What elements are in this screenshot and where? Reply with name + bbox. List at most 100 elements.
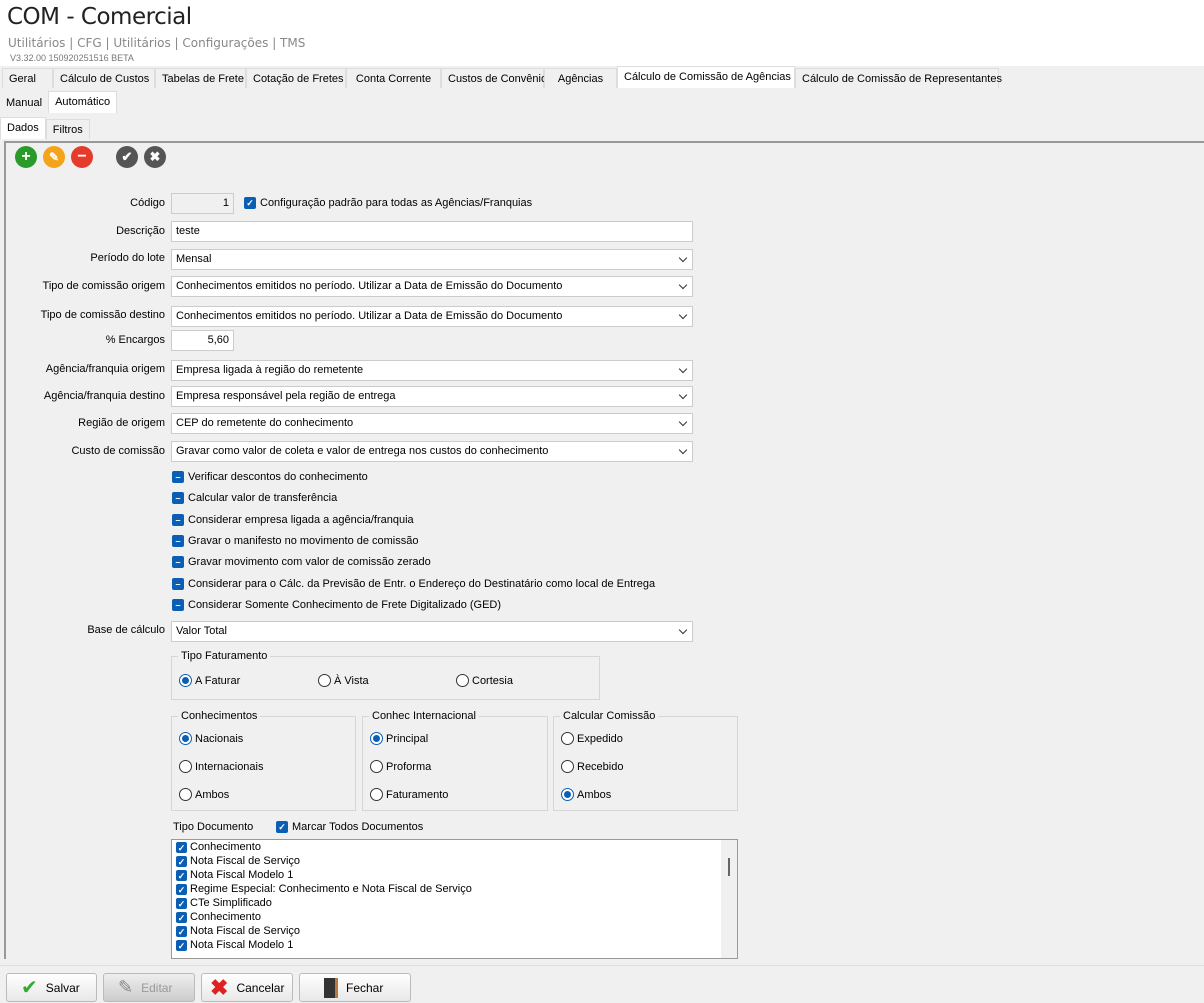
tipo-destino-select[interactable]: Conhecimentos emitidos no período. Utili… bbox=[171, 306, 693, 327]
tab-agencias[interactable]: Agências bbox=[544, 68, 617, 88]
option-checkbox[interactable]: – Considerar para o Cálc. da Previsão de … bbox=[172, 578, 655, 590]
group-title: Tipo Faturamento bbox=[178, 650, 271, 662]
custo-label: Custo de comissão bbox=[71, 445, 165, 457]
descricao-label: Descrição bbox=[116, 225, 165, 237]
door-icon bbox=[324, 977, 338, 998]
checkbox-checked-icon: ✓ bbox=[244, 197, 256, 209]
tab-dados[interactable]: Dados bbox=[0, 117, 46, 139]
list-item[interactable]: ✓ CTe Simplificado bbox=[172, 896, 737, 910]
custo-select[interactable]: Gravar como valor de coleta e valor de e… bbox=[171, 441, 693, 462]
tipo-origem-label: Tipo de comissão origem bbox=[42, 280, 165, 292]
option-checkbox[interactable]: – Considerar Somente Conhecimento de Fret… bbox=[172, 599, 501, 611]
bottom-bar: ✔ Salvar ✎ Editar ✖ Cancelar Fechar bbox=[0, 965, 1204, 1003]
radio-ambos-comissao[interactable]: Ambos bbox=[561, 788, 611, 801]
conhecimentos-group: Conhecimentos Nacionais Internacionais A… bbox=[171, 710, 356, 811]
tab-comissao-agencias[interactable]: Cálculo de Comissão de Agências bbox=[617, 66, 795, 88]
tipo-faturamento-group: Tipo Faturamento A Faturar À Vista Corte… bbox=[171, 650, 600, 700]
confirm-icon[interactable]: ✔ bbox=[116, 146, 138, 168]
option-checkbox[interactable]: – Gravar o manifesto no movimento de comi… bbox=[172, 535, 419, 547]
tipo-origem-select[interactable]: Conhecimentos emitidos no período. Utili… bbox=[171, 276, 693, 297]
option-label: Considerar Somente Conhecimento de Frete… bbox=[188, 599, 502, 611]
radio-principal[interactable]: Principal bbox=[370, 732, 428, 745]
list-item[interactable]: ✓ Nota Fiscal Modelo 1 bbox=[172, 938, 737, 952]
radio-recebido[interactable]: Recebido bbox=[561, 760, 623, 773]
tab-calculo-custos[interactable]: Cálculo de Custos bbox=[53, 68, 155, 88]
ag-destino-select[interactable]: Empresa responsável pela região de entre… bbox=[171, 386, 693, 407]
regiao-select[interactable]: CEP do remetente do conhecimento bbox=[171, 413, 693, 434]
codigo-field[interactable]: 1 bbox=[171, 193, 234, 214]
add-icon[interactable]: + bbox=[15, 146, 37, 168]
descricao-input[interactable]: teste bbox=[171, 221, 693, 242]
list-item[interactable]: ✓ Nota Fiscal Modelo 1 bbox=[172, 868, 737, 882]
scrollbar-thumb[interactable] bbox=[728, 858, 730, 876]
radio-proforma[interactable]: Proforma bbox=[370, 760, 431, 773]
option-label: Gravar o manifesto no movimento de comis… bbox=[188, 535, 419, 547]
scrollbar[interactable] bbox=[721, 840, 737, 958]
option-checkbox[interactable]: – Calcular valor de transferência bbox=[172, 492, 337, 504]
list-item[interactable]: ✓ Nota Fiscal de Serviço bbox=[172, 924, 737, 938]
list-item[interactable]: ✓ Nota Fiscal de Serviço bbox=[172, 854, 737, 868]
option-label: Gravar movimento com valor de comissão z… bbox=[188, 556, 431, 568]
option-label: Verificar descontos do conhecimento bbox=[188, 471, 368, 483]
tab-automatico[interactable]: Automático bbox=[48, 91, 118, 113]
periodo-label: Período do lote bbox=[90, 252, 165, 264]
tab-comissao-representantes[interactable]: Cálculo de Comissão de Representantes bbox=[795, 68, 1002, 88]
list-item[interactable]: ✓ Conhecimento bbox=[172, 840, 737, 854]
radio-a-faturar[interactable]: A Faturar bbox=[179, 674, 240, 687]
group-title: Conhecimentos bbox=[178, 710, 261, 722]
calcular-comissao-group: Calcular Comissão Expedido Recebido Ambo… bbox=[553, 710, 738, 811]
mark-all-label: Marcar Todos Documentos bbox=[292, 821, 424, 833]
tab-conta-corrente[interactable]: Conta Corrente bbox=[346, 68, 441, 88]
edit-icon[interactable]: ✎ bbox=[43, 146, 65, 168]
option-checkbox[interactable]: – Verificar descontos do conhecimento bbox=[172, 471, 368, 483]
cancelar-button[interactable]: ✖ Cancelar bbox=[201, 973, 293, 1002]
option-label: Considerar para o Cálc. da Previsão de E… bbox=[188, 578, 656, 590]
radio-expedido[interactable]: Expedido bbox=[561, 732, 623, 745]
mark-all-checkbox[interactable]: ✓ Marcar Todos Documentos bbox=[276, 821, 423, 833]
document-type-list[interactable]: ✓ Conhecimento ✓ Nota Fiscal de Serviço ✓ N… bbox=[171, 839, 738, 959]
base-label: Base de cálculo bbox=[87, 624, 165, 636]
salvar-button[interactable]: ✔ Salvar bbox=[6, 973, 97, 1002]
header: COM - Comercial Utilitários | CFG | Util… bbox=[0, 0, 1204, 66]
tipo-documento-label: Tipo Documento bbox=[173, 821, 254, 833]
remove-icon[interactable]: − bbox=[71, 146, 93, 168]
option-checkbox[interactable]: – Considerar empresa ligada a agência/fra… bbox=[172, 514, 414, 526]
tab-geral[interactable]: Geral bbox=[2, 68, 53, 88]
checkmark-icon: ✔ bbox=[21, 977, 38, 999]
conhec-internacional-group: Conhec Internacional Principal Proforma … bbox=[362, 710, 548, 811]
tab-manual[interactable]: Manual bbox=[0, 93, 49, 113]
ag-destino-label: Agência/franquia destino bbox=[43, 390, 165, 402]
tab-cotacao-fretes[interactable]: Cotação de Fretes bbox=[246, 68, 346, 88]
group-title: Calcular Comissão bbox=[560, 710, 659, 722]
list-item[interactable]: ✓ Regime Especial: Conhecimento e Nota Fi… bbox=[172, 882, 737, 896]
radio-nacionais[interactable]: Nacionais bbox=[179, 732, 243, 745]
radio-a-vista[interactable]: À Vista bbox=[318, 674, 369, 687]
radio-faturamento[interactable]: Faturamento bbox=[370, 788, 448, 801]
tipo-destino-label: Tipo de comissão destino bbox=[40, 309, 165, 321]
app-title: COM - Comercial bbox=[7, 4, 192, 30]
version-label: V3.32.00 150920251516 BETA bbox=[10, 53, 134, 63]
encargos-input[interactable]: 5,60 bbox=[171, 330, 234, 351]
cancel-icon[interactable]: ✖ bbox=[144, 146, 166, 168]
encargos-label: % Encargos bbox=[105, 334, 165, 346]
tab-custos-convenio[interactable]: Custos de Convênio bbox=[441, 68, 547, 88]
ag-origem-select[interactable]: Empresa ligada à região do remetente bbox=[171, 360, 693, 381]
editar-button: ✎ Editar bbox=[103, 973, 195, 1002]
periodo-select[interactable]: Mensal bbox=[171, 249, 693, 270]
fechar-button[interactable]: Fechar bbox=[299, 973, 411, 1002]
list-item[interactable]: ✓ Conhecimento bbox=[172, 910, 737, 924]
option-checkbox[interactable]: – Gravar movimento com valor de comissão … bbox=[172, 556, 431, 568]
ag-origem-label: Agência/franquia origem bbox=[45, 363, 165, 375]
radio-internacionais[interactable]: Internacionais bbox=[179, 760, 264, 773]
breadcrumb: Utilitários | CFG | Utilitários | Config… bbox=[8, 36, 306, 50]
radio-ambos[interactable]: Ambos bbox=[179, 788, 229, 801]
x-icon: ✖ bbox=[210, 974, 229, 1000]
default-config-label: Configuração padrão para todas as Agênci… bbox=[260, 197, 533, 209]
base-select[interactable]: Valor Total bbox=[171, 621, 693, 642]
radio-cortesia[interactable]: Cortesia bbox=[456, 674, 513, 687]
tab-tabelas-frete[interactable]: Tabelas de Frete bbox=[155, 68, 246, 88]
main-tabs: Geral Cálculo de Custos Tabelas de Frete… bbox=[2, 66, 1002, 88]
option-label: Calcular valor de transferência bbox=[188, 492, 338, 504]
tab-filtros[interactable]: Filtros bbox=[45, 119, 90, 139]
default-config-checkbox[interactable]: ✓ Configuração padrão para todas as Agênc… bbox=[244, 197, 532, 209]
